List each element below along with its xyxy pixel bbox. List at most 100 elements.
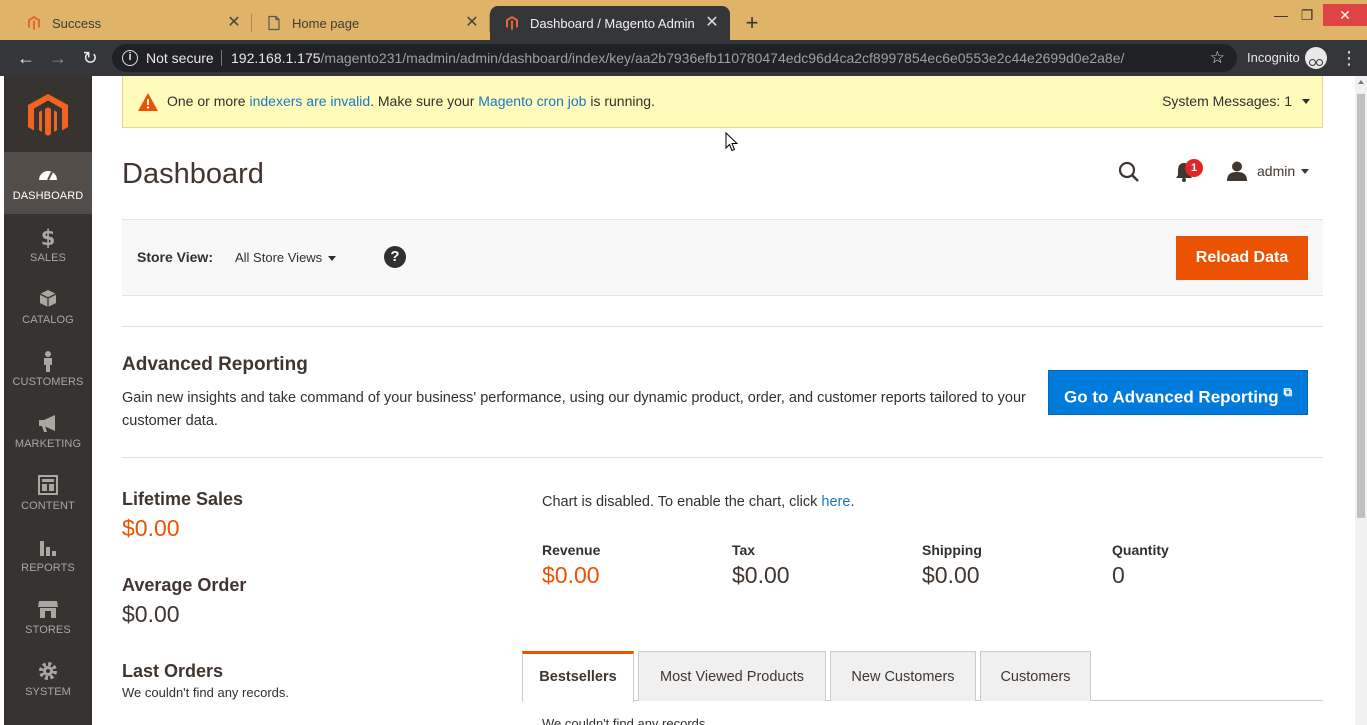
forward-arrow-icon[interactable]: → (48, 48, 68, 68)
scrollbar-thumb[interactable] (1357, 94, 1365, 518)
mouse-cursor-icon (725, 132, 739, 152)
address-bar[interactable]: i Not secure 192.168.1.175/magento231/ma… (112, 44, 1237, 72)
new-tab-button[interactable]: + (740, 12, 764, 36)
sidebar-item-label: DASHBOARD (12, 190, 84, 202)
address-separator (221, 50, 222, 66)
sidebar-item-label: CATALOG (22, 314, 74, 326)
restore-button[interactable]: ❐ (1294, 4, 1320, 26)
browser-tab-title: Dashboard / Magento Admin (530, 15, 695, 31)
system-message-middle: . Make sure your (370, 93, 479, 109)
tab-bestsellers[interactable]: Bestsellers (522, 651, 634, 702)
user-icon[interactable] (1227, 161, 1247, 181)
bookmark-star-icon[interactable]: ☆ (1210, 48, 1225, 68)
external-link-icon: ⧉ (1283, 385, 1293, 399)
system-message-prefix: One or more (167, 93, 250, 109)
chart-disabled-note: Chart is disabled. To enable the chart, … (542, 494, 854, 510)
person-icon (44, 351, 52, 372)
shipping-value: $0.00 (922, 562, 980, 588)
store-view-bar: Store View: All Store Views ? Reload Dat… (122, 219, 1323, 296)
sidebar-item-stores[interactable]: STORES (4, 586, 92, 648)
system-message-suffix: is running. (586, 93, 655, 109)
info-icon[interactable]: i (122, 50, 138, 66)
sidebar-item-label: STORES (25, 624, 71, 636)
svg-text:$: $ (41, 226, 56, 248)
sidebar-item-marketing[interactable]: MARKETING (4, 400, 92, 462)
tab-new-customers[interactable]: New Customers (830, 651, 976, 701)
average-order-label: Average Order (122, 575, 247, 595)
system-message-bar: One or more indexers are invalid. Make s… (122, 76, 1323, 128)
advanced-reporting-button-label: Go to Advanced Reporting (1063, 387, 1279, 407)
browser-menu-icon[interactable]: ⋮ (1340, 48, 1358, 68)
last-orders-label: Last Orders (122, 661, 224, 681)
profile-label: Incognito (1247, 50, 1300, 65)
sidebar-item-label: SALES (30, 252, 66, 264)
page-title: Dashboard (122, 158, 264, 190)
gear-icon (39, 662, 57, 680)
advanced-reporting-title: Advanced Reporting (122, 354, 308, 375)
dollar-icon: $ (41, 226, 56, 248)
average-order-value: $0.00 (122, 601, 180, 627)
minimize-button[interactable]: — (1268, 4, 1294, 26)
security-label[interactable]: Not secure (146, 50, 214, 66)
notification-count-badge[interactable]: 1 (1185, 159, 1203, 177)
browser-tab-title: Success (52, 15, 102, 31)
search-icon[interactable] (1118, 161, 1140, 183)
sidebar-item-label: CUSTOMERS (12, 376, 84, 388)
back-arrow-icon[interactable]: ← (16, 48, 36, 68)
quantity-value: 0 (1112, 562, 1125, 588)
sidebar-item-dashboard[interactable]: DASHBOARD (4, 152, 92, 214)
page-scrollbar[interactable] (1355, 76, 1367, 725)
browser-toolbar: ← → ↻ i Not secure 192.168.1.175/magento… (0, 40, 1367, 76)
sidebar-item-catalog[interactable]: CATALOG (4, 276, 92, 338)
admin-user-menu[interactable]: admin (1257, 163, 1295, 179)
url-path: /magento231/madmin/admin/dashboard/index… (320, 50, 1125, 66)
tax-label: Tax (732, 542, 756, 558)
magento-logo-icon[interactable] (28, 94, 68, 138)
url-text[interactable]: 192.168.1.175/magento231/madmin/admin/da… (231, 50, 1124, 66)
revenue-label: Revenue (542, 542, 601, 558)
system-messages-toggle[interactable]: System Messages: 1 (1162, 93, 1292, 109)
sidebar-item-sales[interactable]: $ SALES (4, 214, 92, 276)
system-message-text: One or more indexers are invalid. Make s… (167, 93, 655, 109)
reload-data-button[interactable]: Reload Data (1176, 236, 1308, 280)
tab-customers[interactable]: Customers (980, 651, 1091, 701)
close-icon[interactable]: ✕ (226, 15, 242, 31)
shipping-label: Shipping (922, 542, 982, 558)
chevron-down-icon[interactable] (1301, 169, 1309, 174)
incognito-icon[interactable] (1305, 47, 1327, 69)
main-content: One or more indexers are invalid. Make s… (92, 76, 1355, 725)
quantity-label: Quantity (1112, 542, 1169, 558)
indexers-invalid-link[interactable]: indexers are invalid (249, 93, 370, 109)
advanced-reporting-description: Gain new insights and take command of yo… (122, 390, 1026, 429)
tab-most-viewed-products[interactable]: Most Viewed Products (638, 651, 826, 701)
store-view-switcher[interactable]: All Store Views (235, 250, 322, 265)
tab-body-text: We couldn't find any records. (542, 716, 709, 725)
chevron-down-icon[interactable] (328, 256, 336, 261)
sidebar-item-reports[interactable]: REPORTS (4, 524, 92, 586)
dashboard-icon (39, 171, 57, 181)
section-divider (122, 457, 1323, 458)
scroll-up-arrow-icon[interactable] (1358, 80, 1364, 84)
magento-favicon-icon (506, 16, 518, 30)
help-icon[interactable]: ? (384, 246, 406, 268)
lifetime-sales-label: Lifetime Sales (122, 489, 244, 509)
window-close-button[interactable]: ✕ (1323, 4, 1367, 26)
reload-icon[interactable]: ↻ (80, 48, 100, 68)
enable-chart-link[interactable]: here (821, 494, 850, 510)
chevron-down-icon[interactable] (1302, 99, 1310, 104)
megaphone-icon (39, 415, 55, 432)
cron-job-link[interactable]: Magento cron job (478, 93, 586, 109)
sidebar-item-content[interactable]: CONTENT (4, 462, 92, 524)
revenue-value: $0.00 (542, 562, 600, 588)
browser-tab-success[interactable]: Success ✕ (12, 6, 252, 40)
browser-tab-home-page[interactable]: Home page ✕ (252, 6, 490, 40)
close-icon[interactable]: ✕ (464, 15, 480, 31)
go-to-advanced-reporting-button[interactable]: Go to Advanced Reporting ⧉ (1048, 370, 1308, 415)
layout-icon (38, 475, 58, 495)
sidebar-item-system[interactable]: SYSTEM (4, 648, 92, 710)
close-icon[interactable]: ✕ (704, 15, 720, 31)
tax-value: $0.00 (732, 562, 790, 588)
browser-tab-dashboard[interactable]: Dashboard / Magento Admin ✕ (490, 6, 730, 40)
sidebar-item-customers[interactable]: CUSTOMERS (4, 338, 92, 400)
chart-note-suffix: . (850, 494, 855, 510)
